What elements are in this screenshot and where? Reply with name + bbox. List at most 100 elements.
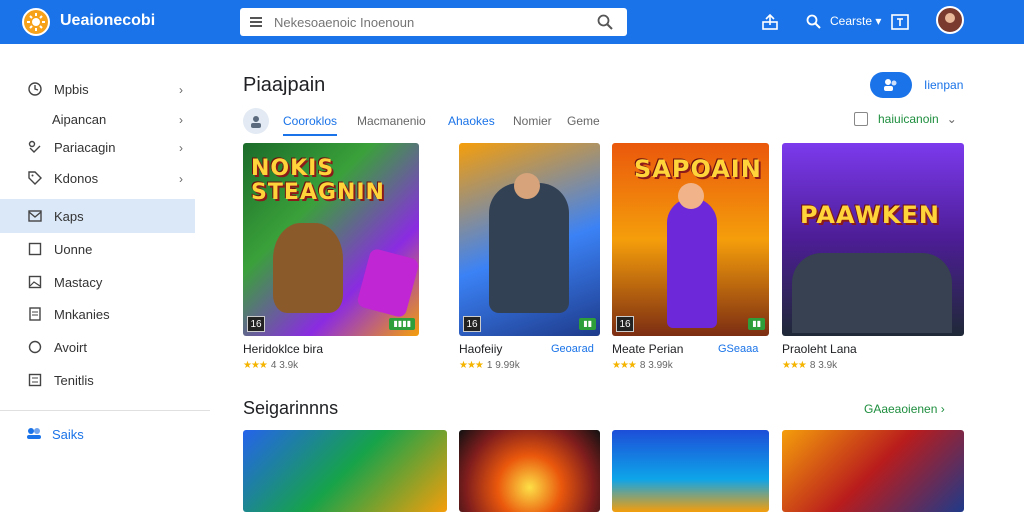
search-bar[interactable] xyxy=(240,8,627,36)
app-title: Ueaionecobi xyxy=(60,12,156,29)
sidebar-item-kaps[interactable]: Kaps xyxy=(0,199,195,233)
chevron-down-icon: ⌄ xyxy=(946,112,957,126)
link-icon xyxy=(28,140,42,154)
game-thumbnail[interactable]: SAPOAIN 16 ▮▮ xyxy=(612,143,769,336)
top-bar: Ueaionecobi Cearste ▾ xyxy=(0,0,1024,44)
category-avatar[interactable] xyxy=(243,108,269,134)
app-logo[interactable] xyxy=(22,8,50,36)
page-title: Piaajpain xyxy=(243,74,326,96)
game-thumb-title: NOKIS STEAGNIN xyxy=(251,156,385,205)
game-thumbnail[interactable] xyxy=(459,430,600,512)
people-icon xyxy=(884,79,897,91)
sidebar-item-kdonos[interactable]: Kdonos › xyxy=(0,161,195,195)
age-rating-badge: 16 xyxy=(247,316,265,332)
tab-nomier[interactable]: Nomier xyxy=(513,114,552,128)
sidebar-item-label: Mpbis xyxy=(54,81,89,97)
section-see-more-link[interactable]: GAaeaoienen › xyxy=(864,402,945,416)
age-rating-badge: 16 xyxy=(463,316,481,332)
sidebar-item-label: Uonne xyxy=(54,241,93,257)
game-thumbnail[interactable]: PAAWKEN xyxy=(782,143,964,336)
sidebar-item-label: Avoirt xyxy=(54,339,87,355)
game-thumb-title: SAPOAIN xyxy=(634,155,762,183)
chevron-right-icon: › xyxy=(179,113,183,127)
sidebar-item-label: Aipancan xyxy=(52,111,107,127)
square-icon xyxy=(28,242,42,256)
game-thumbnail[interactable] xyxy=(243,430,447,512)
genre-badge: ▮▮▮▮ xyxy=(389,318,415,330)
doc-icon xyxy=(28,307,42,321)
game-name: Meate Perian xyxy=(612,342,684,356)
profile-button[interactable] xyxy=(870,72,912,98)
sidebar-item-label: Mastacy xyxy=(54,274,103,290)
sidebar-item-pariacagin[interactable]: Pariacagin › xyxy=(0,130,195,164)
tab-macmanenio[interactable]: Macmanenio xyxy=(357,114,426,128)
sidebar-item-mpbis[interactable]: Mpbis › xyxy=(0,72,195,106)
tab-ahaokes[interactable]: Ahaokes xyxy=(448,114,495,128)
window-icon[interactable] xyxy=(890,12,910,32)
user-avatar[interactable] xyxy=(936,6,964,34)
sidebar-item-sales[interactable]: Saiks xyxy=(26,426,84,443)
star-rating-icon: ★★★ xyxy=(243,360,268,371)
sidebar-sales-label: Saiks xyxy=(52,427,84,442)
filter-label: haiuicanoin xyxy=(878,112,939,126)
game-rating: ★★★ 8 3.99k xyxy=(612,360,673,371)
circle-icon xyxy=(28,340,42,354)
game-rating: ★★★ 1 9.99k xyxy=(459,360,520,371)
search-icon[interactable] xyxy=(597,14,613,30)
star-rating-icon: ★★★ xyxy=(782,360,807,371)
user-search-icon[interactable] xyxy=(804,12,824,32)
tab-cooroklos[interactable]: Cooroklos xyxy=(283,114,338,136)
sidebar-item-tenitlis[interactable]: Tenitlis xyxy=(0,363,195,397)
game-thumbnail[interactable]: NOKIS STEAGNIN 16 ▮▮▮▮ xyxy=(243,143,419,336)
list-icon xyxy=(28,373,42,387)
filter-checkbox-icon xyxy=(854,112,868,126)
image-icon xyxy=(28,275,42,289)
game-rating: ★★★ 8 3.9k xyxy=(782,360,838,371)
menu-icon[interactable] xyxy=(250,17,262,27)
sidebar-item-avoirt[interactable]: Avoirt xyxy=(0,330,195,364)
sidebar-item-label: Kdonos xyxy=(54,170,99,186)
chevron-right-icon: › xyxy=(940,402,945,416)
clock-icon xyxy=(28,82,42,96)
genre-badge: ▮▮ xyxy=(748,318,765,330)
sidebar-item-mnkanies[interactable]: Mnkanies xyxy=(0,297,195,331)
sun-logo-icon xyxy=(27,13,45,31)
tab-geme[interactable]: Geme xyxy=(567,114,600,128)
game-thumbnail[interactable] xyxy=(782,430,964,512)
genre-badge: ▮▮ xyxy=(579,318,596,330)
group-icon xyxy=(26,426,42,443)
star-rating-icon: ★★★ xyxy=(459,360,484,371)
account-menu-label[interactable]: Cearste ▾ xyxy=(830,14,881,28)
game-tag[interactable]: GSeaaa xyxy=(718,343,758,355)
category-tabs: Cooroklos Macmanenio Ahaokes Nomier Geme xyxy=(243,106,623,136)
game-name: Praoleht Lana xyxy=(782,342,857,356)
sidebar-item-mastacy[interactable]: Mastacy xyxy=(0,265,195,299)
game-name: Heridoklce bira xyxy=(243,342,324,356)
sidebar-item-label: Mnkanies xyxy=(54,306,110,322)
mail-icon xyxy=(28,209,42,223)
person-icon xyxy=(251,116,261,128)
sidebar-item-label: Tenitlis xyxy=(54,372,94,388)
age-rating-badge: 16 xyxy=(616,316,634,332)
game-rating: ★★★ 4 3.9k xyxy=(243,360,299,371)
star-rating-icon: ★★★ xyxy=(612,360,637,371)
chevron-right-icon: › xyxy=(179,141,183,155)
chevron-right-icon: › xyxy=(179,172,183,186)
chevron-right-icon: › xyxy=(179,83,183,97)
sidebar-item-label: Pariacagin xyxy=(54,139,116,155)
upload-icon[interactable] xyxy=(760,12,780,32)
game-name: Haofeiiy xyxy=(459,342,503,356)
search-input[interactable] xyxy=(274,14,594,30)
sidebar-item-uonne[interactable]: Uonne xyxy=(0,232,195,266)
section-title: Seigarinnns xyxy=(243,398,339,418)
sidebar-divider xyxy=(0,410,210,411)
sidebar: Mpbis › Aipancan › Pariacagin › Kdonos ›… xyxy=(0,44,210,512)
tag-icon xyxy=(28,171,42,185)
game-thumbnail[interactable] xyxy=(612,430,769,512)
sidebar-item-label: Kaps xyxy=(54,208,84,224)
game-tag[interactable]: Geoarad xyxy=(551,343,594,355)
header-link[interactable]: Iienpan xyxy=(924,78,963,92)
game-thumb-title: PAAWKEN xyxy=(800,201,941,229)
game-thumbnail[interactable]: 16 ▮▮ xyxy=(459,143,600,336)
filter-dropdown[interactable]: haiuicanoin ⌄ xyxy=(854,112,957,126)
